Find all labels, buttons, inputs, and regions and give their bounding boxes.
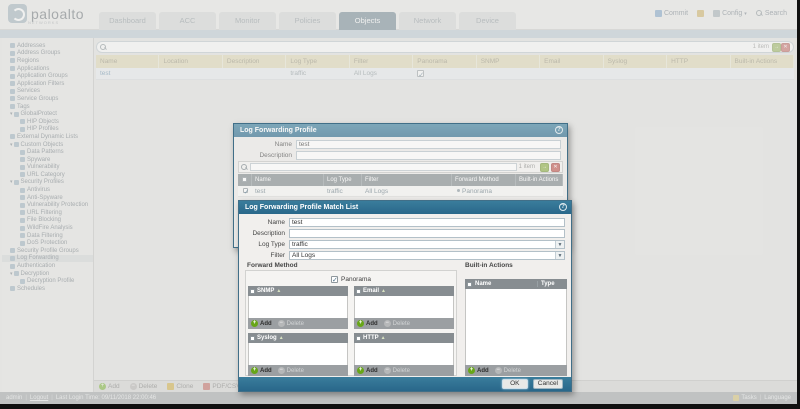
cancel-button[interactable]: Cancel xyxy=(532,379,563,389)
delete-icon: − xyxy=(383,320,391,327)
subtable-body xyxy=(248,296,348,318)
description-field[interactable] xyxy=(289,228,565,238)
subtable-header: SNMP ▲ xyxy=(248,286,348,296)
add-button[interactable]: + Add xyxy=(357,367,378,374)
email-subtable: Email ▲ + Add − Delete xyxy=(354,286,454,329)
delete-button[interactable]: − Delete xyxy=(494,367,522,374)
delete-icon: − xyxy=(383,367,391,374)
delete-icon: − xyxy=(494,367,502,374)
chevron-down-icon: ▼ xyxy=(555,251,564,259)
dialog-title: Log Forwarding Profile Match List xyxy=(245,204,359,211)
description-row: Description xyxy=(239,228,565,238)
select-all-checkbox[interactable] xyxy=(356,288,361,294)
name-row: Name xyxy=(239,217,565,227)
builtin-table-footer: + Add − Delete xyxy=(465,365,567,376)
filter-label: Filter xyxy=(270,251,285,259)
add-button[interactable]: + Add xyxy=(357,320,378,327)
add-icon: + xyxy=(357,320,364,327)
select-all-checkbox[interactable] xyxy=(356,335,361,341)
help-icon[interactable]: ? xyxy=(559,203,567,211)
select-all-checkbox[interactable] xyxy=(250,288,255,294)
delete-button[interactable]: − Delete xyxy=(383,367,411,374)
add-button[interactable]: + Add xyxy=(251,367,272,374)
sort-asc-icon[interactable]: ▲ xyxy=(381,335,386,341)
log-type-value: traffic xyxy=(292,240,308,248)
http-subtable: HTTP ▲ + Add − Delete xyxy=(354,333,454,376)
column-header[interactable]: Type xyxy=(537,281,567,287)
log-type-select[interactable]: traffic ▼ xyxy=(289,239,565,249)
delete-button[interactable]: − Delete xyxy=(277,320,305,327)
log-type-row: Log Type traffic ▼ xyxy=(239,239,565,249)
subtable-header: Email ▲ xyxy=(354,286,454,296)
pan-os-page: paloalto NETWORKS DashboardACCMonitorPol… xyxy=(0,0,797,404)
delete-label: Delete xyxy=(392,320,411,327)
delete-label: Delete xyxy=(392,367,411,374)
delete-button[interactable]: − Delete xyxy=(383,320,411,327)
description-label: Description xyxy=(252,229,285,237)
subtable-title: HTTP xyxy=(363,335,379,341)
name-field[interactable] xyxy=(289,217,565,227)
select-all-checkbox[interactable] xyxy=(250,335,255,341)
subtable-title: Email xyxy=(363,288,380,294)
add-icon: + xyxy=(357,367,364,374)
add-label: Add xyxy=(260,320,272,327)
column-header[interactable]: Name xyxy=(472,281,537,287)
add-icon: + xyxy=(251,320,258,327)
subtable-footer: + Add − Delete xyxy=(354,318,454,329)
subtable-body xyxy=(248,343,348,365)
add-icon: + xyxy=(251,367,258,374)
delete-label: Delete xyxy=(286,367,305,374)
delete-icon: − xyxy=(277,367,285,374)
sort-asc-icon[interactable]: ▲ xyxy=(279,335,284,341)
select-all-checkbox[interactable] xyxy=(467,281,472,287)
subtable-title: Syslog xyxy=(257,335,277,341)
add-label: Add xyxy=(477,367,489,374)
add-label: Add xyxy=(366,367,378,374)
builtin-actions-table: Name Type + Add − Delete xyxy=(465,279,567,376)
subtable-footer: + Add − Delete xyxy=(354,365,454,376)
subtable-body xyxy=(354,296,454,318)
log-type-label: Log Type xyxy=(258,240,285,248)
add-button[interactable]: + Add xyxy=(251,320,272,327)
add-button[interactable]: + Add xyxy=(468,367,489,374)
snmp-subtable: SNMP ▲ + Add − Delete xyxy=(248,286,348,329)
panorama-label: Panorama xyxy=(341,276,371,283)
subtable-title: SNMP xyxy=(257,288,275,294)
syslog-subtable: Syslog ▲ + Add − Delete xyxy=(248,333,348,376)
delete-button[interactable]: − Delete xyxy=(277,367,305,374)
delete-icon: − xyxy=(277,320,285,327)
chevron-down-icon: ▼ xyxy=(555,240,564,248)
match-list-dialog: Log Forwarding Profile Match List ? Name… xyxy=(238,200,572,392)
builtin-table-body xyxy=(465,289,567,365)
filter-select[interactable]: All Logs ▼ xyxy=(289,250,565,260)
delete-label: Delete xyxy=(503,367,522,374)
add-label: Add xyxy=(366,320,378,327)
forward-method-group-label: Forward Method xyxy=(247,262,298,269)
delete-label: Delete xyxy=(286,320,305,327)
dialog-footer: OK Cancel xyxy=(239,377,571,391)
name-label: Name xyxy=(267,218,285,226)
panorama-checkbox[interactable] xyxy=(331,276,338,284)
subtable-body xyxy=(354,343,454,365)
sort-asc-icon[interactable]: ▲ xyxy=(381,288,386,294)
add-icon: + xyxy=(468,367,475,374)
panorama-option[interactable]: Panorama xyxy=(245,275,457,284)
dialog-title-bar[interactable]: Log Forwarding Profile Match List ? xyxy=(239,201,571,214)
subtable-footer: + Add − Delete xyxy=(248,318,348,329)
builtin-actions-group-label: Built-in Actions xyxy=(465,262,513,269)
filter-row: Filter All Logs ▼ xyxy=(239,250,565,260)
sort-asc-icon[interactable]: ▲ xyxy=(276,288,281,294)
subtable-footer: + Add − Delete xyxy=(248,365,348,376)
builtin-table-header: Name Type xyxy=(465,279,567,289)
subtable-header: HTTP ▲ xyxy=(354,333,454,343)
filter-value: All Logs xyxy=(292,251,316,259)
ok-button[interactable]: OK xyxy=(501,379,528,389)
add-label: Add xyxy=(260,367,272,374)
subtable-header: Syslog ▲ xyxy=(248,333,348,343)
screen: paloalto NETWORKS DashboardACCMonitorPol… xyxy=(0,0,800,409)
